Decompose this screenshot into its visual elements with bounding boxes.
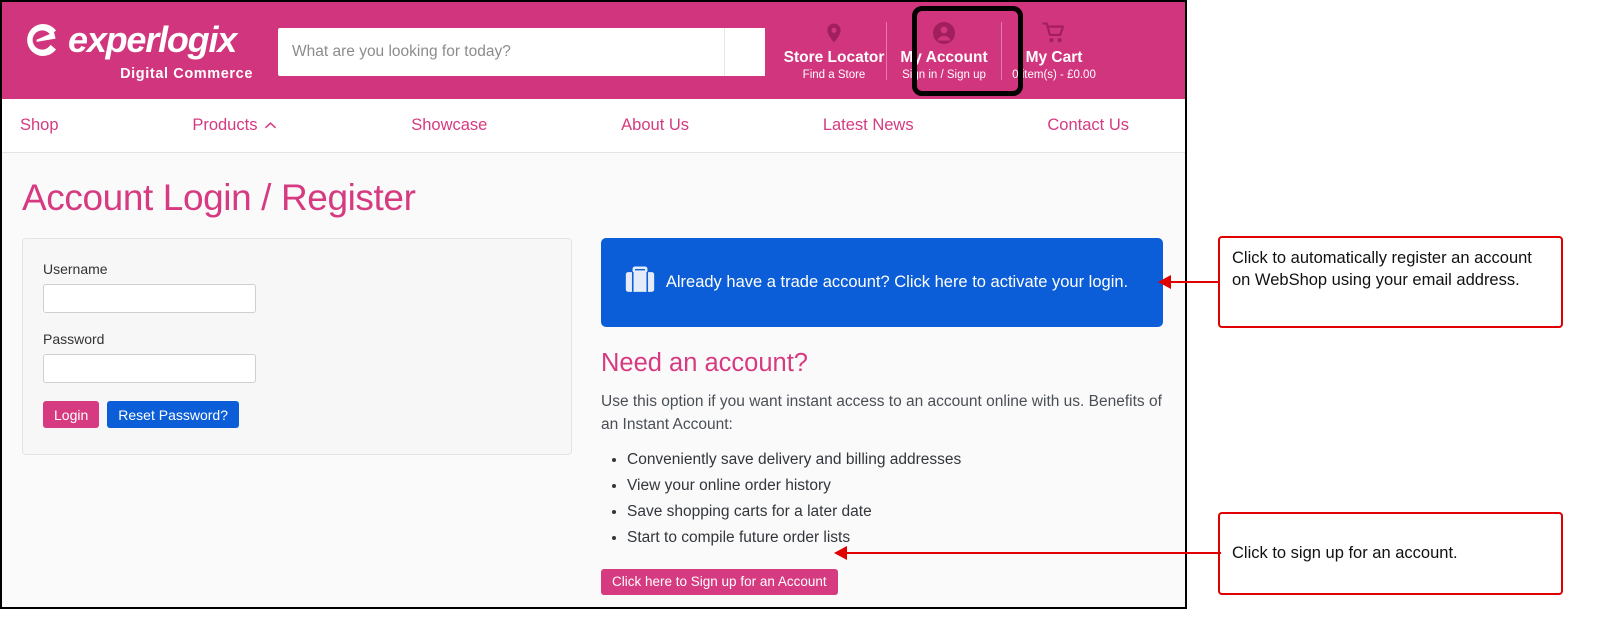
briefcase-icon xyxy=(623,264,657,301)
experlogix-c-mark-icon xyxy=(22,20,62,60)
username-label: Username xyxy=(43,261,108,277)
list-item: Save shopping carts for a later date xyxy=(627,503,1163,521)
annotation-arrow-head-icon xyxy=(1158,275,1171,289)
list-item: Start to compile future order lists xyxy=(627,529,1163,547)
header-my-cart[interactable]: My Cart 0 item(s) - £0.00 xyxy=(1002,13,1106,89)
need-account-intro: Use this option if you want instant acce… xyxy=(601,393,1162,434)
search-bar xyxy=(278,28,765,76)
screenshot-frame: experlogix Digital Commerce What are you… xyxy=(0,0,1187,609)
signup-button[interactable]: Click here to Sign up for an Account xyxy=(601,568,838,595)
list-item: Conveniently save delivery and billing a… xyxy=(627,451,1163,469)
list-item: View your online order history xyxy=(627,477,1163,495)
logo-subtitle: Digital Commerce xyxy=(120,65,253,82)
header-my-account[interactable]: My Account Sign in / Sign up xyxy=(887,13,1001,89)
password-input[interactable] xyxy=(43,354,256,383)
username-input[interactable] xyxy=(43,284,256,313)
header-store-locator[interactable]: Store Locator Find a Store xyxy=(782,13,886,89)
right-column: Already have a trade account? Click here… xyxy=(601,238,1163,595)
header-my-cart-title: My Cart xyxy=(1025,49,1083,66)
nav-item-about-us[interactable]: About Us xyxy=(621,116,689,135)
user-circle-icon xyxy=(932,20,956,46)
annotation-callout-signup: Click to sign up for an account. xyxy=(1218,512,1563,595)
map-pin-icon xyxy=(823,20,845,46)
page-body: Account Login / Register Username Passwo… xyxy=(2,153,1185,607)
nav-item-products[interactable]: Products xyxy=(192,116,277,135)
header-utilities: Store Locator Find a Store My Account Si… xyxy=(782,2,1106,99)
nav-item-products-label: Products xyxy=(192,116,258,134)
benefits-list: Conveniently save delivery and billing a… xyxy=(601,451,1163,547)
login-button[interactable]: Login xyxy=(43,401,100,428)
nav-item-contact-us[interactable]: Contact Us xyxy=(1047,116,1129,135)
chevron-up-icon xyxy=(264,116,277,135)
trade-account-banner[interactable]: Already have a trade account? Click here… xyxy=(601,238,1163,327)
need-account-heading: Need an account? xyxy=(601,349,808,377)
header-store-locator-title: Store Locator xyxy=(783,49,885,66)
nav-item-showcase[interactable]: Showcase xyxy=(411,116,487,135)
nav-item-shop[interactable]: Shop xyxy=(20,116,59,135)
logo-wordmark: experlogix xyxy=(68,18,237,60)
brand-logo[interactable]: experlogix Digital Commerce xyxy=(22,20,258,82)
search-icon[interactable] xyxy=(724,28,765,76)
login-card: Username Password Login Reset Password? xyxy=(22,238,572,455)
password-label: Password xyxy=(43,331,105,347)
header-my-cart-subtitle: 0 item(s) - £0.00 xyxy=(1012,69,1096,81)
annotation-arrow-head-icon xyxy=(834,546,847,560)
annotation-callout-signup-text: Click to sign up for an account. xyxy=(1232,543,1458,562)
main-navigation: Shop Products Showcase About Us Latest N… xyxy=(2,99,1185,153)
annotation-callout-register: Click to automatically register an accou… xyxy=(1218,236,1563,328)
site-header: experlogix Digital Commerce What are you… xyxy=(2,2,1185,99)
trade-account-banner-text: Already have a trade account? Click here… xyxy=(665,272,1129,291)
nav-item-latest-news[interactable]: Latest News xyxy=(823,116,914,135)
content-columns: Username Password Login Reset Password? xyxy=(2,219,1185,595)
reset-password-button[interactable]: Reset Password? xyxy=(107,401,239,428)
annotation-arrow-line xyxy=(845,552,1221,554)
header-my-account-subtitle: Sign in / Sign up xyxy=(902,69,986,81)
login-actions: Login Reset Password? xyxy=(43,401,551,428)
page-title: Account Login / Register xyxy=(22,177,416,218)
annotation-arrow-line xyxy=(1169,281,1220,283)
annotation-callout-register-text: Click to automatically register an accou… xyxy=(1232,249,1532,289)
logo-row: experlogix xyxy=(22,18,237,60)
header-store-locator-subtitle: Find a Store xyxy=(802,69,866,81)
shopping-cart-icon xyxy=(1042,20,1066,46)
search-input[interactable] xyxy=(278,28,724,76)
header-my-account-title: My Account xyxy=(900,49,988,66)
